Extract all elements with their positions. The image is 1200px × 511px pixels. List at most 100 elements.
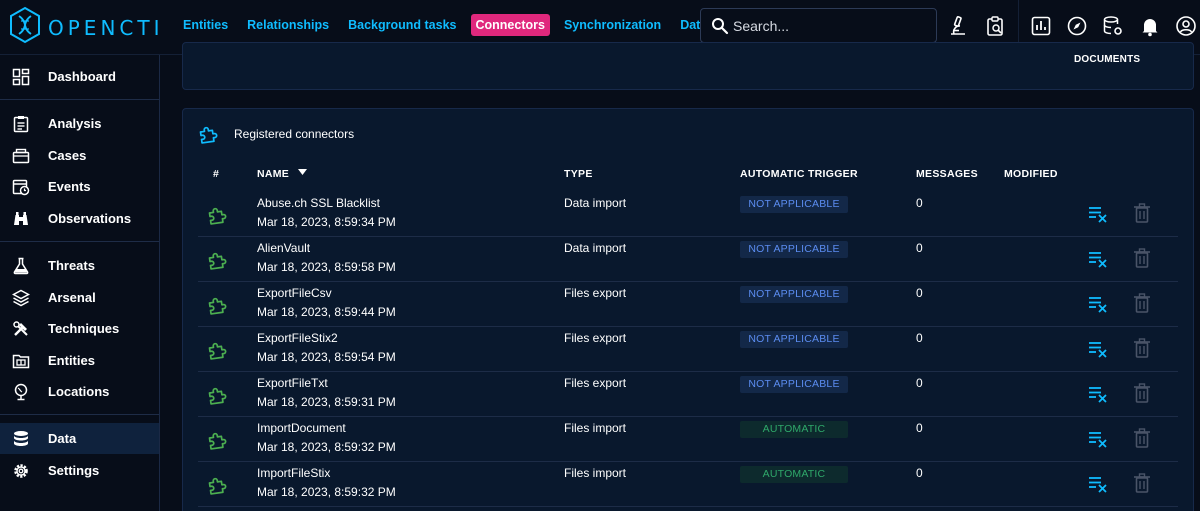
sidebar-divider: [0, 241, 159, 242]
delete-icon[interactable]: [1133, 203, 1151, 223]
connector-puzzle-icon: [208, 432, 227, 450]
connector-name[interactable]: ExportFileStix2: [257, 331, 338, 345]
card-title: Registered connectors: [234, 127, 355, 141]
sidebar-item-entities[interactable]: Entities: [0, 345, 159, 376]
sidebar-item-label: Data: [48, 431, 77, 446]
trigger-badge: NOT APPLICABLE: [740, 196, 848, 213]
delete-icon[interactable]: [1133, 383, 1151, 403]
cases-icon: [12, 148, 30, 164]
message-count: 0: [916, 466, 923, 480]
connector-name[interactable]: ImportFileStix: [257, 466, 330, 480]
table-row[interactable]: ExportFileTxt Mar 18, 2023, 8:59:31 PM Fil…: [198, 372, 1178, 417]
table-row[interactable]: ExportFileCsv Mar 18, 2023, 8:59:44 PM Fil…: [198, 282, 1178, 327]
search-input[interactable]: [733, 15, 928, 37]
sidebar-item-events[interactable]: Events: [0, 171, 159, 202]
column-header-messages[interactable]: MESSAGES: [916, 168, 978, 180]
delete-icon[interactable]: [1133, 338, 1151, 358]
clear-queue-icon[interactable]: [1088, 340, 1108, 358]
message-count: 0: [916, 241, 923, 255]
search-box[interactable]: [700, 8, 937, 43]
locations-icon: [14, 383, 28, 401]
clear-queue-icon[interactable]: [1088, 250, 1108, 268]
sidebar-divider: [0, 99, 159, 100]
message-count: 0: [916, 196, 923, 210]
investigation-icon[interactable]: [947, 15, 969, 37]
connector-name[interactable]: AlienVault: [257, 241, 310, 255]
connector-puzzle-icon: [208, 207, 227, 225]
column-header-type[interactable]: TYPE: [564, 168, 593, 180]
sidebar-item-settings[interactable]: Settings: [0, 455, 159, 486]
sidebar-item-cases[interactable]: Cases: [0, 140, 159, 171]
connector-date: Mar 18, 2023, 8:59:58 PM: [257, 260, 396, 274]
table-row[interactable]: ExportFileStix2 Mar 18, 2023, 8:59:54 PM F…: [198, 327, 1178, 372]
sidebar-item-analysis[interactable]: Analysis: [0, 108, 159, 139]
chart-icon[interactable]: [1030, 15, 1052, 37]
dashboard-icon: [12, 68, 30, 86]
sidebar-item-locations[interactable]: Locations: [0, 376, 159, 407]
data-icon: [14, 431, 28, 446]
connector-name[interactable]: ExportFileTxt: [257, 376, 328, 390]
bell-icon[interactable]: [1139, 15, 1161, 37]
clear-queue-icon[interactable]: [1088, 430, 1108, 448]
column-header-modified[interactable]: MODIFIED: [1004, 168, 1058, 180]
connector-date: Mar 18, 2023, 8:59:44 PM: [257, 305, 396, 319]
connector-puzzle-icon: [208, 342, 227, 360]
sidebar-item-label: Observations: [48, 211, 132, 226]
sidebar-item-threats[interactable]: Threats: [0, 250, 159, 281]
sidebar-item-label: Cases: [48, 148, 87, 163]
connector-puzzle-icon: [208, 252, 227, 270]
connector-type: Files export: [564, 286, 627, 300]
message-count: 0: [916, 286, 923, 300]
nav-background-tasks[interactable]: Background tasks: [343, 14, 461, 36]
table-row[interactable]: AlienVault Mar 18, 2023, 8:59:58 PM Data i…: [198, 237, 1178, 282]
sidebar-item-arsenal[interactable]: Arsenal: [0, 282, 159, 313]
connector-name[interactable]: ImportDocument: [257, 421, 346, 435]
entities-icon: [12, 354, 30, 369]
connector-date: Mar 18, 2023, 8:59:54 PM: [257, 350, 396, 364]
opencti-logo[interactable]: OPENCTI: [8, 6, 163, 46]
sidebar-divider: [0, 414, 159, 415]
database-cog-icon[interactable]: [1102, 15, 1124, 37]
logo-mark-icon: [10, 6, 40, 44]
account-icon[interactable]: [1175, 15, 1197, 37]
delete-icon[interactable]: [1133, 248, 1151, 268]
connector-name[interactable]: Abuse.ch SSL Blacklist: [257, 196, 380, 210]
clear-queue-icon[interactable]: [1088, 295, 1108, 313]
statistics-card: [182, 42, 1194, 90]
analysis-icon: [13, 116, 29, 133]
trigger-badge: NOT APPLICABLE: [740, 331, 848, 348]
clear-queue-icon[interactable]: [1088, 385, 1108, 403]
connector-type: Files import: [564, 466, 627, 480]
nav-data-sharing[interactable]: Data sharing: [675, 14, 702, 36]
sidebar-item-label: Locations: [48, 384, 110, 399]
clipboard-search-icon[interactable]: [985, 15, 1007, 37]
trigger-badge: AUTOMATIC: [740, 466, 848, 483]
message-count: 0: [916, 376, 923, 390]
sort-descending-icon[interactable]: [298, 169, 307, 176]
nav-relationships[interactable]: Relationships: [242, 14, 334, 36]
clear-queue-icon[interactable]: [1088, 205, 1108, 223]
connector-name[interactable]: ExportFileCsv: [257, 286, 332, 300]
sidebar-item-dashboard[interactable]: Dashboard: [0, 61, 159, 92]
nav-entities[interactable]: Entities: [178, 14, 233, 36]
delete-icon[interactable]: [1133, 293, 1151, 313]
nav-connectors[interactable]: Connectors: [470, 14, 550, 36]
observations-icon: [14, 212, 28, 225]
compass-icon[interactable]: [1066, 15, 1088, 37]
sidebar-item-label: Threats: [48, 258, 95, 273]
sidebar-item-observations[interactable]: Observations: [0, 203, 159, 234]
column-header-automatic-trigger[interactable]: AUTOMATIC TRIGGER: [740, 168, 858, 180]
delete-icon[interactable]: [1133, 473, 1151, 493]
sidebar: Dashboard Analysis Cases Events Observat…: [0, 55, 160, 511]
connector-date: Mar 18, 2023, 8:59:31 PM: [257, 395, 396, 409]
column-header-name[interactable]: NAME: [257, 168, 289, 180]
sidebar-item-data[interactable]: Data: [0, 423, 159, 454]
table-row[interactable]: ImportDocument Mar 18, 2023, 8:59:32 PM Fi…: [198, 417, 1178, 462]
table-row[interactable]: Abuse.ch SSL Blacklist Mar 18, 2023, 8:59…: [198, 192, 1178, 237]
sidebar-item-techniques[interactable]: Techniques: [0, 313, 159, 344]
table-row[interactable]: ImportFileStix Mar 18, 2023, 8:59:32 PM Fi…: [198, 462, 1178, 507]
trigger-badge: NOT APPLICABLE: [740, 241, 848, 258]
nav-synchronization[interactable]: Synchronization: [559, 14, 666, 36]
clear-queue-icon[interactable]: [1088, 475, 1108, 493]
delete-icon[interactable]: [1133, 428, 1151, 448]
